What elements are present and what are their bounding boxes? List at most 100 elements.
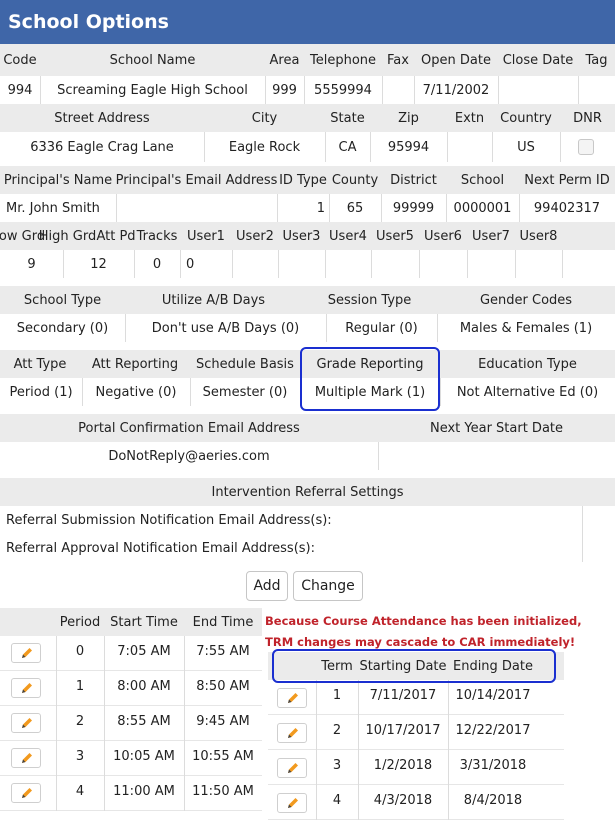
attendance-header-4: Education Type — [478, 356, 577, 372]
school_type-value-1: Don't use A/B Days (0) — [151, 320, 300, 336]
change-button[interactable]: Change — [293, 571, 363, 601]
attendance-value-4: Not Alternative Ed (0) — [456, 384, 599, 400]
address-header-2: State — [330, 110, 365, 126]
cell-divider — [180, 250, 181, 278]
period-cell: 3 — [75, 748, 85, 764]
address-header-0: Street Address — [54, 110, 150, 126]
grades-header-3: Tracks — [136, 228, 178, 244]
cascade-warning: TRM changes may cascade to CAR immediate… — [265, 635, 576, 649]
pencil-icon — [288, 693, 298, 703]
term-cell: 8/4/2018 — [463, 792, 523, 808]
portal-header-row: Portal Confirmation Email Address Next Ye… — [0, 414, 615, 442]
attendance-header-1: Att Reporting — [91, 356, 179, 372]
cell-divider — [316, 785, 317, 820]
grades-header-12 — [562, 222, 615, 250]
cell-divider — [378, 442, 379, 470]
pencil-icon — [288, 728, 298, 738]
edit-term-button[interactable] — [277, 688, 307, 708]
school_info-header-5: Open Date — [421, 52, 491, 68]
page-header: School Options — [0, 0, 615, 44]
periods-header-0 — [0, 608, 56, 636]
address-value-4 — [447, 132, 492, 162]
principal-header-2: ID Type — [279, 172, 327, 188]
intervention-row: Referral Submission Notification Email A… — [0, 506, 615, 534]
term-cell: 4 — [332, 792, 342, 808]
grades-header-0: Low Grd — [0, 228, 46, 244]
period-row: 3 10:05 AM 10:55 AM — [0, 741, 262, 776]
attendance-value-0: Period (1) — [9, 384, 73, 400]
periods-header-3: End Time — [192, 614, 254, 630]
periods-header: Period Start Time End Time — [0, 608, 262, 636]
cell-divider — [316, 750, 317, 785]
edit-period-button[interactable] — [11, 643, 41, 663]
cascade-warning: Because Course Attendance has been initi… — [265, 614, 582, 628]
edit-term-button[interactable] — [277, 793, 307, 813]
grades-value-row: 9 12 0 0 — [0, 250, 615, 278]
cell-divider — [448, 785, 449, 820]
edit-term-button[interactable] — [277, 723, 307, 743]
dnr-checkbox[interactable] — [578, 139, 594, 155]
school_info-header-4: Fax — [387, 52, 409, 68]
cell-divider — [56, 776, 57, 811]
period-cell: 8:50 AM — [196, 678, 250, 694]
school_type-header-1: Utilize A/B Days — [161, 292, 266, 308]
cell-divider — [184, 776, 185, 811]
cell-divider — [184, 706, 185, 741]
cell-divider — [446, 194, 447, 222]
period-cell: 9:45 AM — [196, 713, 250, 729]
grade-reporting-highlight — [300, 347, 440, 411]
principal-value-row: Mr. John Smith 1 65 99999 0000001 99402317 — [0, 194, 615, 222]
cell-divider — [316, 715, 317, 750]
period-cell: 11:50 AM — [192, 783, 254, 799]
cell-divider — [325, 132, 326, 162]
term-cell: 3/31/2018 — [459, 757, 527, 773]
pencil-icon — [288, 763, 298, 773]
cell-divider — [448, 715, 449, 750]
period-cell: 10:55 AM — [192, 748, 254, 764]
address-value-0: 6336 Eagle Crag Lane — [30, 139, 174, 155]
term-cell: 12/22/2017 — [455, 722, 531, 738]
intervention-title: Intervention Referral Settings — [211, 484, 404, 500]
school_type-value-0: Secondary (0) — [16, 320, 109, 336]
term-cell: 7/11/2017 — [369, 687, 437, 703]
principal-value-6: 99402317 — [533, 200, 601, 216]
add-button[interactable]: Add — [246, 571, 288, 601]
period-cell: 2 — [75, 713, 85, 729]
edit-period-button[interactable] — [11, 678, 41, 698]
cell-divider — [304, 76, 305, 104]
term-cell: 2 — [332, 722, 342, 738]
edit-period-button[interactable] — [11, 748, 41, 768]
cell-divider — [316, 680, 317, 715]
address-value-1: Eagle Rock — [228, 139, 301, 155]
period-row: 1 8:00 AM 8:50 AM — [0, 671, 262, 706]
school_info-value-3: 5559994 — [314, 82, 372, 98]
portal-header-1: Next Year Start Date — [429, 420, 564, 436]
cell-divider — [277, 194, 278, 222]
edit-period-button[interactable] — [11, 783, 41, 803]
cell-divider — [562, 250, 563, 278]
cell-divider — [467, 250, 468, 278]
cell-divider — [448, 680, 449, 715]
cell-divider — [329, 194, 330, 222]
address-header-5: Country — [500, 110, 552, 126]
cell-divider — [265, 76, 266, 104]
attendance-value-2: Semester (0) — [202, 384, 288, 400]
cell-divider — [582, 534, 583, 562]
cell-divider — [325, 250, 326, 278]
grades-header-7: User4 — [329, 228, 367, 244]
cell-divider — [358, 785, 359, 820]
intervention-label: Referral Approval Notification Email Add… — [6, 540, 315, 556]
cell-divider — [419, 250, 420, 278]
periods-header-2: Start Time — [110, 614, 178, 630]
cell-divider — [381, 194, 382, 222]
edit-period-button[interactable] — [11, 713, 41, 733]
grades-value-1: 12 — [90, 256, 107, 272]
grades-value-2: 0 — [152, 256, 162, 272]
period-cell: 1 — [75, 678, 85, 694]
cell-divider — [56, 636, 57, 671]
school_info-value-2: 999 — [272, 82, 297, 98]
cell-divider — [519, 194, 520, 222]
school_type-value-2: Regular (0) — [345, 320, 418, 336]
principal-header-6: Next Perm ID — [524, 172, 610, 188]
edit-term-button[interactable] — [277, 758, 307, 778]
